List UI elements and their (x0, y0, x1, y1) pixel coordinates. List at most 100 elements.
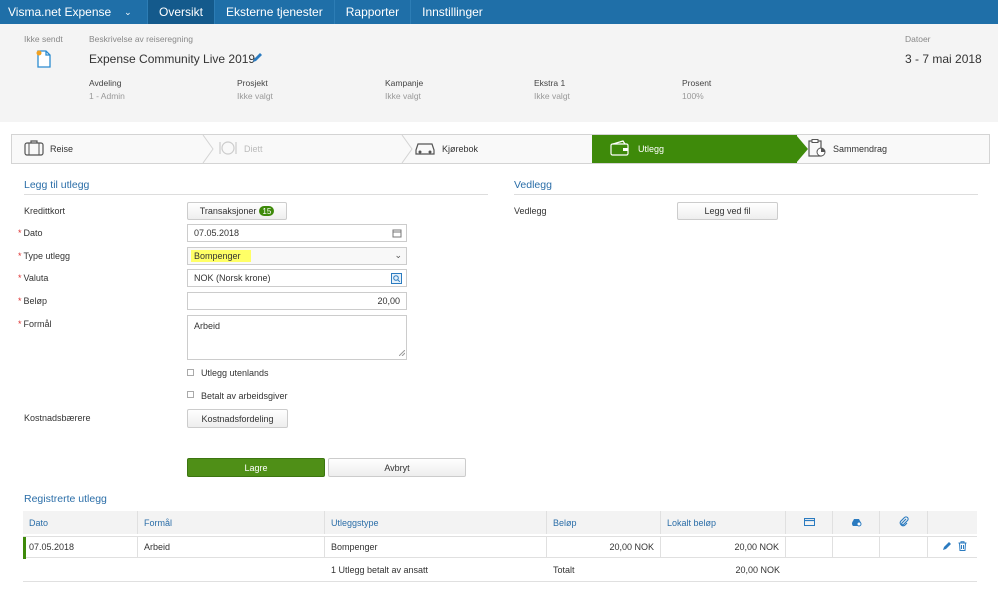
formal-label-text: Formål (23, 319, 52, 329)
edit-icon[interactable] (251, 52, 263, 66)
col-attachment[interactable] (880, 511, 928, 534)
brand-name: Visma.net Expense (8, 5, 112, 19)
summary-count: 1 Utlegg betalt av ansatt (331, 565, 429, 575)
document-icon (36, 50, 52, 70)
add-expense-title: Legg til utlegg (24, 179, 90, 191)
type-utlegg-label: * Type utlegg (18, 251, 71, 261)
step-diett[interactable]: Diett (212, 135, 402, 163)
row-belop: 20,00 NOK (547, 537, 661, 557)
expense-type-select[interactable]: Bompenger ⌄ (187, 247, 407, 265)
transactions-button[interactable]: Transaksjoner 15 (187, 202, 287, 220)
row-formal: Arbeid (138, 537, 325, 557)
tab-rapporter[interactable]: Rapporter (333, 0, 410, 24)
prosent-label: Prosent (682, 78, 712, 88)
belop-label: * Beløp (18, 296, 48, 306)
description-label: Beskrivelse av reiseregning (89, 34, 193, 44)
currency-input[interactable]: NOK (Norsk krone) (187, 269, 407, 287)
resize-handle-icon[interactable] (398, 348, 406, 358)
trash-icon[interactable] (958, 541, 967, 553)
calendar-icon[interactable] (392, 228, 402, 240)
foreign-expense-label: Utlegg utenlands (201, 368, 269, 378)
avdeling-label: Avdeling (89, 78, 122, 88)
lookup-icon[interactable] (391, 273, 402, 286)
dato-label: * Dato (18, 228, 43, 238)
expense-type-value-part2: mpenger (205, 251, 241, 261)
row-attachment (880, 537, 928, 557)
tab-eksterne-tjenester[interactable]: Eksterne tjenester (214, 0, 334, 24)
expense-type-highlight: Bompenger (191, 250, 251, 262)
summary-spacer (23, 559, 325, 581)
col-employer-paid[interactable] (833, 511, 880, 534)
expense-type-value-part1: Bo (194, 251, 206, 261)
app-switcher[interactable]: Visma.net Expense ⌄ (0, 0, 147, 24)
money-bag-icon (851, 517, 862, 529)
step-kjorebok-label: Kjørebok (442, 144, 479, 154)
transactions-button-label: Transaksjoner (199, 206, 257, 216)
step-reise-label: Reise (50, 144, 74, 154)
table-header-row: Dato Formål Utleggstype Beløp Lokalt bel… (23, 511, 977, 534)
save-button[interactable]: Lagre (187, 458, 325, 477)
summary-row: 1 Utlegg betalt av ansatt Totalt 20,00 N… (23, 559, 977, 582)
purpose-textarea-value: Arbeid (194, 321, 221, 331)
col-lokalt-belop[interactable]: Lokalt beløp (661, 511, 786, 534)
kredittkort-label: Kredittkort (24, 206, 66, 216)
step-diett-label: Diett (244, 144, 263, 154)
col-credit-card[interactable] (786, 511, 833, 534)
avdeling-value: 1 - Admin (89, 91, 125, 101)
date-input-value: 07.05.2018 (194, 228, 240, 238)
paid-by-employer-checkbox[interactable] (187, 391, 194, 398)
chevron-down-icon: ⌄ (394, 250, 402, 260)
dato-label-text: Dato (23, 228, 43, 238)
table-row[interactable]: 07.05.2018 Arbeid Bompenger 20,00 NOK 20… (23, 536, 977, 559)
edit-icon[interactable] (942, 541, 952, 553)
foreign-expense-checkbox[interactable] (187, 369, 194, 376)
paid-by-employer-label: Betalt av arbeidsgiver (201, 391, 288, 401)
amount-input[interactable]: 20,00 (187, 292, 407, 310)
step-sammendrag-label: Sammendrag (833, 144, 888, 154)
col-belop[interactable]: Beløp (547, 511, 661, 534)
purpose-textarea[interactable]: Arbeid (187, 315, 407, 360)
cancel-button[interactable]: Avbryt (328, 458, 466, 477)
transactions-count-badge: 15 (259, 206, 275, 216)
step-kjorebok[interactable]: Kjørebok (411, 135, 591, 163)
step-utlegg-label: Utlegg (638, 144, 665, 154)
suitcase-icon (24, 140, 44, 158)
cost-distribution-button[interactable]: Kostnadsfordeling (187, 409, 288, 428)
step-utlegg[interactable]: Utlegg (592, 135, 797, 163)
attach-file-button[interactable]: Legg ved fil (677, 202, 778, 220)
vedlegg-label: Vedlegg (514, 206, 547, 216)
step-sammendrag[interactable]: Sammendrag (807, 135, 990, 163)
section-divider (24, 194, 488, 195)
status-label: Ikke sendt (24, 34, 63, 44)
date-label: Datoer (905, 34, 931, 44)
row-dato: 07.05.2018 (23, 537, 138, 557)
belop-label-text: Beløp (23, 296, 48, 306)
row-lokalt: 20,00 NOK (661, 537, 786, 557)
ekstra1-value: Ikke valgt (534, 91, 570, 101)
valuta-label: * Valuta (18, 273, 49, 283)
col-utleggstype[interactable]: Utleggstype (325, 511, 547, 534)
wallet-icon (610, 140, 630, 158)
row-actions (928, 537, 977, 557)
prosent-value: 100% (682, 91, 704, 101)
tab-innstillinger[interactable]: Innstillinger (410, 0, 494, 24)
row-credit-card (786, 537, 833, 557)
currency-input-value: NOK (Norsk krone) (194, 273, 271, 283)
valuta-label-text: Valuta (23, 273, 49, 283)
description-value: Expense Community Live 2019 (89, 52, 256, 66)
top-navigation-bar: Visma.net Expense ⌄ Oversikt Eksterne tj… (0, 0, 998, 24)
step-wizard: Reise Diett Kjørebok Utlegg Sammendrag (11, 134, 990, 164)
tab-oversikt[interactable]: Oversikt (147, 0, 215, 24)
cost-carriers-label: Kostnadsbærere (24, 413, 91, 423)
col-actions (928, 511, 977, 534)
clipboard-chart-icon (807, 139, 827, 159)
registered-expenses-title: Registrerte utlegg (24, 493, 107, 505)
date-input[interactable]: 07.05.2018 (187, 224, 407, 242)
col-dato[interactable]: Dato (23, 511, 138, 534)
summary-total-value: 20,00 NOK (735, 565, 780, 575)
step-reise[interactable]: Reise (12, 135, 207, 163)
kampanje-label: Kampanje (385, 78, 424, 88)
ekstra1-label: Ekstra 1 (534, 78, 566, 88)
row-type: Bompenger (325, 537, 547, 557)
col-formal[interactable]: Formål (138, 511, 325, 534)
